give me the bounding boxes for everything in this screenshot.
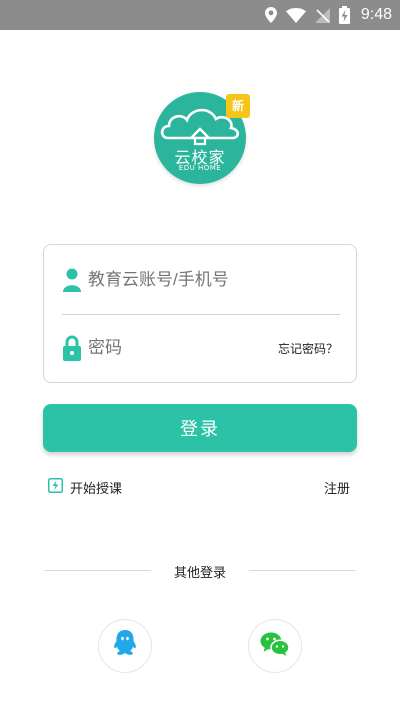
- register-link[interactable]: 注册: [324, 477, 350, 497]
- wechat-login-button[interactable]: [248, 619, 302, 673]
- account-input[interactable]: [88, 270, 338, 290]
- password-row: 忘记密码？: [44, 315, 358, 381]
- account-row: [44, 247, 358, 313]
- other-login-divider-left: [44, 570, 151, 571]
- other-login-label: 其他登录: [173, 566, 226, 581]
- status-bar: 9:48: [0, 0, 400, 30]
- qq-login-button[interactable]: [98, 619, 152, 673]
- app-logo: 云校家 EDU HOME 新: [154, 92, 250, 184]
- login-button[interactable]: 登录: [43, 404, 357, 452]
- new-badge: 新: [226, 94, 250, 118]
- battery-charging-icon: [338, 6, 350, 24]
- status-icons: 9:48: [264, 5, 392, 25]
- logo-subtitle: EDU HOME: [178, 164, 222, 172]
- user-icon: [62, 267, 82, 293]
- wifi-icon: [285, 7, 306, 23]
- status-time: 9:48: [360, 6, 392, 23]
- location-icon: [264, 7, 277, 23]
- forgot-password-link[interactable]: 忘记密码？: [278, 340, 338, 357]
- no-signal-icon: [314, 7, 330, 23]
- password-input[interactable]: [88, 338, 258, 358]
- start-lesson-label: 开始授课: [70, 481, 123, 497]
- login-form: 忘记密码？: [43, 244, 357, 383]
- lock-icon: [62, 335, 82, 361]
- qq-icon: [112, 629, 138, 663]
- other-login-divider-right: [249, 570, 356, 571]
- lightning-icon: [48, 477, 63, 497]
- wechat-icon: [260, 631, 290, 661]
- start-lesson-link[interactable]: 开始授课: [48, 477, 122, 497]
